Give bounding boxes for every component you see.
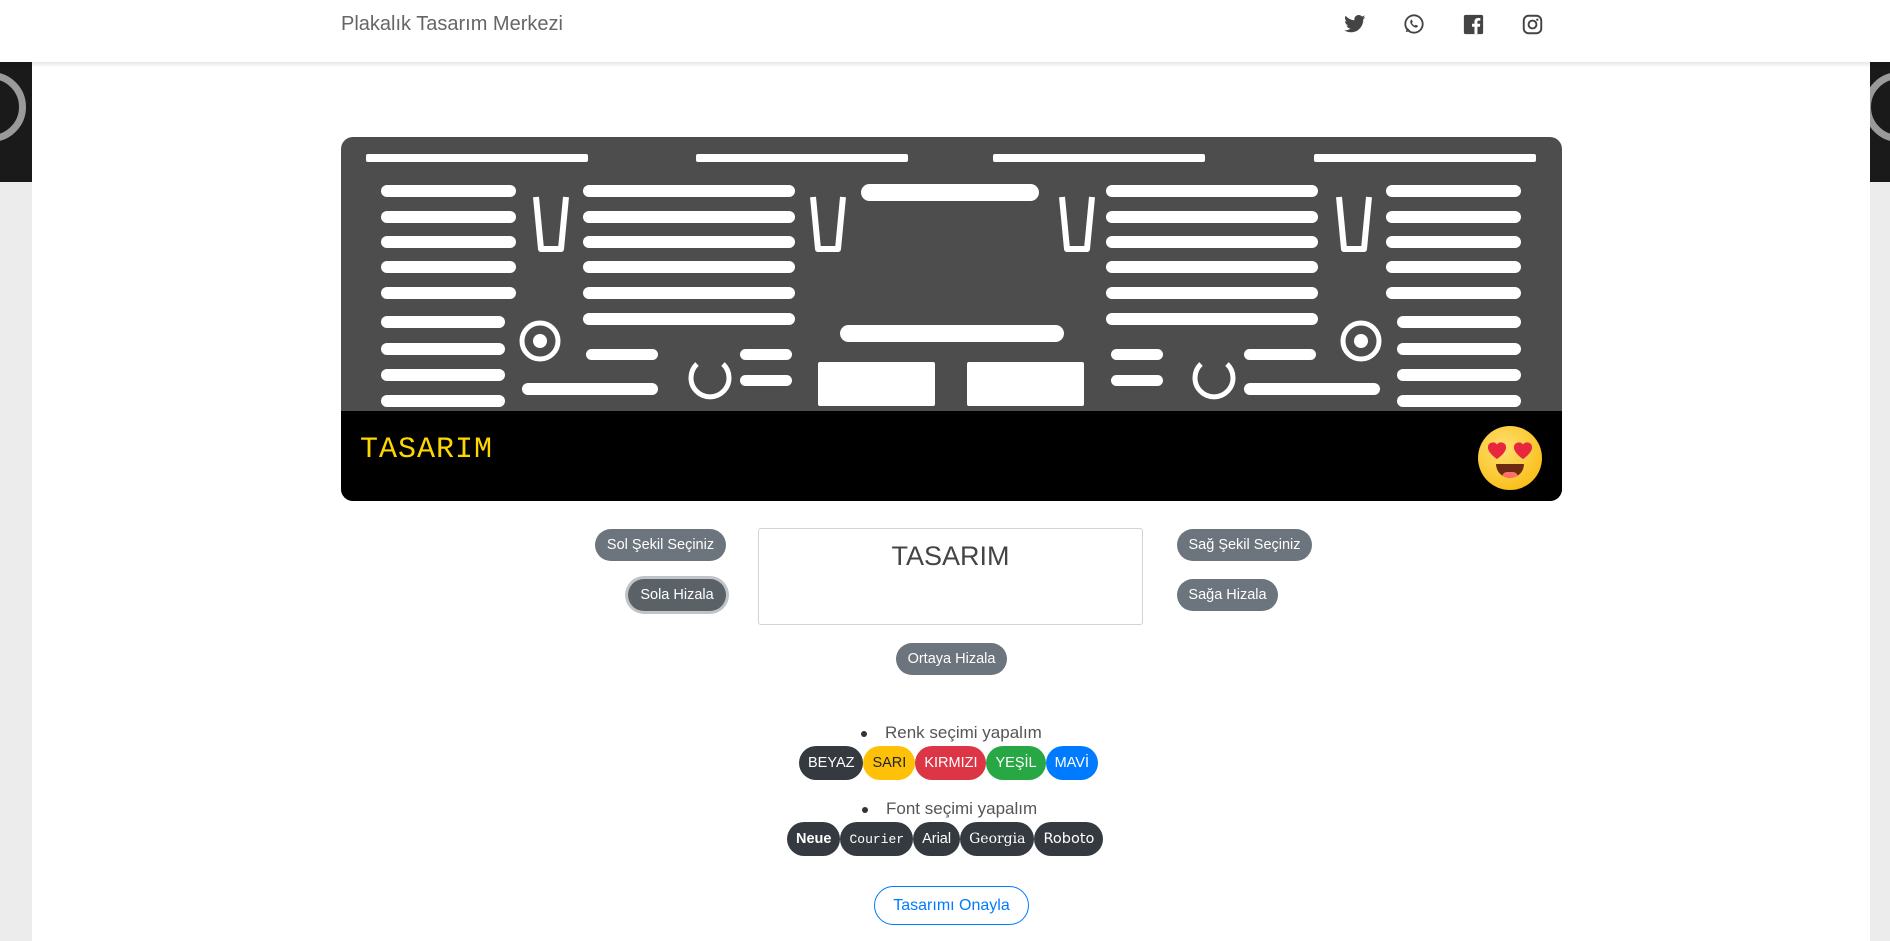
plate-frame-pattern: [366, 154, 1536, 407]
plate-text-input[interactable]: TASARIM: [758, 528, 1143, 625]
color-option-white[interactable]: BEYAZ: [799, 746, 864, 780]
align-center-button[interactable]: Ortaya Hizala: [896, 643, 1007, 675]
font-option-georgia[interactable]: Georgia: [960, 822, 1035, 856]
left-shape-button[interactable]: Sol Şekil Seçiniz: [595, 529, 726, 561]
heart-eyes-emoji-icon: [1478, 426, 1542, 490]
facebook-icon[interactable]: [1460, 11, 1486, 37]
instagram-icon[interactable]: [1519, 11, 1545, 37]
color-options: BEYAZ SARI KIRMIZI YEŞİL MAVİ: [799, 746, 1098, 780]
color-option-red[interactable]: KIRMIZI: [915, 746, 987, 780]
color-option-green[interactable]: YEŞİL: [986, 746, 1046, 780]
navbar: Plakalık Tasarım Merkezi: [0, 0, 1890, 62]
align-left-button[interactable]: Sola Hizala: [628, 579, 726, 611]
font-section-title: Font seçimi yapalım: [861, 799, 1038, 818]
twitter-icon[interactable]: [1342, 11, 1368, 37]
brand-title[interactable]: Plakalık Tasarım Merkezi: [341, 13, 563, 36]
font-options: Neue Courier Arial Georgia Roboto: [787, 822, 1104, 856]
color-section-title: Renk seçimi yapalım: [861, 723, 1042, 742]
plate-text-strip: TASARIM: [341, 411, 1562, 501]
font-option-roboto[interactable]: Roboto: [1034, 822, 1104, 856]
right-shape-button[interactable]: Sağ Şekil Seçiniz: [1177, 529, 1312, 561]
font-option-neue[interactable]: Neue: [787, 822, 841, 856]
color-option-blue[interactable]: MAVİ: [1045, 746, 1098, 780]
plate-frame: [341, 137, 1562, 412]
font-option-arial[interactable]: Arial: [913, 822, 961, 856]
align-right-button[interactable]: Sağa Hizala: [1177, 579, 1278, 611]
plate-preview: TASARIM: [341, 137, 1562, 501]
plate-text: TASARIM: [360, 433, 494, 467]
font-option-courier[interactable]: Courier: [840, 822, 914, 856]
whatsapp-icon[interactable]: [1401, 11, 1427, 37]
confirm-design-button[interactable]: Tasarımı Onayla: [874, 886, 1029, 925]
background-decoration-left: [0, 62, 32, 182]
color-option-yellow[interactable]: SARI: [863, 746, 916, 780]
